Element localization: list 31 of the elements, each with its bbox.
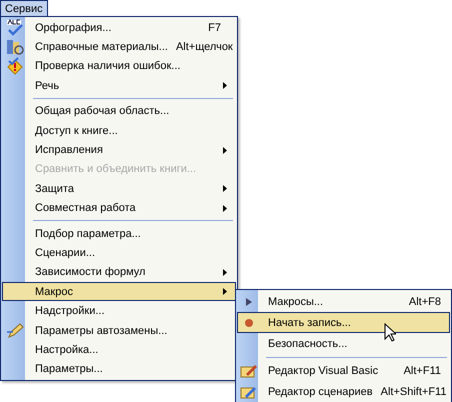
menu-item[interactable]: Параметры... <box>2 360 236 380</box>
menu-item[interactable]: Надстройки... <box>2 301 236 321</box>
menu-item[interactable]: Начать запись... <box>237 312 450 333</box>
menu-item[interactable]: Редактор сценариев Alt+Shift+F11 <box>237 381 450 402</box>
warning-check-icon <box>6 57 24 76</box>
menu-item[interactable]: Зависимости формул <box>2 262 236 282</box>
menu-item[interactable]: Сценарии... <box>2 243 236 263</box>
menu-item[interactable]: Общая рабочая область... <box>2 102 236 121</box>
menu-item[interactable]: Подбор параметра... <box>2 224 236 244</box>
menu-item[interactable]: Безопасность... <box>237 333 450 354</box>
menu-item[interactable]: Исправления <box>2 140 236 160</box>
menu-item[interactable]: Редактор Visual Basic Alt+F11 <box>237 360 450 381</box>
menu-title[interactable]: Сервис <box>0 0 48 17</box>
books-icon <box>6 38 24 56</box>
menu-item[interactable]: Проверка наличия ошибок... <box>2 56 236 76</box>
menu-item[interactable]: Параметры автозамены... <box>2 320 236 340</box>
menu-item[interactable]: Совместная работа <box>2 198 236 218</box>
mouse-cursor-icon <box>384 323 396 342</box>
menu-item[interactable]: Речь <box>2 76 236 96</box>
menu-item[interactable]: Доступ к книге... <box>2 120 236 140</box>
spelling-check-icon <box>6 18 24 37</box>
menu-item[interactable]: Справочные материалы... Alt+щелчок <box>2 37 236 57</box>
record-icon <box>244 318 254 328</box>
menu-item[interactable]: Макросы... Alt+F8 <box>237 291 450 312</box>
editor-icon <box>240 362 258 378</box>
menu-item[interactable]: Настройка... <box>2 340 236 360</box>
menu-item[interactable]: Защита <box>2 179 236 199</box>
menu-item[interactable]: Орфография... F7 <box>2 18 236 38</box>
pencil-icon <box>6 322 24 340</box>
play-icon <box>246 298 252 306</box>
menu-item[interactable]: Макрос <box>2 282 236 302</box>
